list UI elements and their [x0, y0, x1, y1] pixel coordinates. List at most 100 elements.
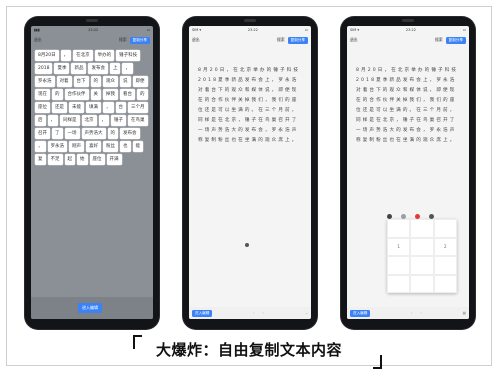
token-chip[interactable]: 召开 [35, 128, 50, 139]
token-chip[interactable]: 看台 [120, 89, 135, 100]
token-chip[interactable]: 起 [64, 154, 75, 165]
token-chip[interactable]: 合作伙伴 [64, 89, 89, 100]
copy-share-button[interactable]: 复制分享 [445, 36, 466, 44]
token-chip[interactable]: 对着 [56, 76, 72, 87]
token-chip[interactable]: 8月20日 [35, 50, 59, 61]
token-chip[interactable]: 同样是 [60, 115, 80, 126]
token-chip[interactable]: ， [103, 102, 114, 113]
text-paragraph[interactable]: 8月20日，在北京举办的锤子科技2018夏季新品发布会上，罗永浩对着台下的观众和… [356, 66, 460, 146]
copy-share-button[interactable]: 复制分享 [129, 36, 150, 44]
token-chip[interactable]: 能 [132, 141, 143, 152]
enter-edit-button[interactable]: 进入编辑 [350, 309, 371, 317]
token-chip[interactable]: 不足 [47, 154, 63, 165]
token-chip[interactable]: 的 [107, 128, 118, 139]
battery-icon: ▭ [146, 28, 150, 32]
keypad-key[interactable] [410, 237, 434, 256]
token-chip[interactable]: 举办的 [94, 50, 115, 61]
redo-icon[interactable]: › [420, 311, 421, 315]
token-chip[interactable]: 的 [90, 76, 101, 87]
redo-icon[interactable]: › [262, 311, 263, 315]
enter-edit-button[interactable]: 进入编辑 [192, 309, 213, 317]
token-chip[interactable]: 始 [77, 154, 88, 165]
token-chip[interactable]: ， [47, 115, 58, 126]
token-chip[interactable]: 座位 [89, 154, 105, 165]
token-chip[interactable]: 关 [90, 89, 101, 100]
token-chip[interactable]: 填满 [86, 102, 101, 113]
token-chip[interactable]: 发布会 [120, 128, 140, 139]
token-chip[interactable]: 三个月 [128, 102, 148, 113]
token-chip[interactable]: 还是 [52, 102, 67, 113]
keypad-key[interactable] [387, 256, 411, 275]
token-chip[interactable]: 掉我 [103, 89, 118, 100]
top-bar: 退出 搜索 复制分享 [189, 34, 311, 46]
token-chip[interactable]: 刚声 [69, 141, 84, 152]
token-chip[interactable]: 座位 [35, 102, 50, 113]
token-chip[interactable]: 锤子科技 [116, 50, 141, 61]
bottom-bar: 进入编辑 ‹ › ▦ [347, 307, 469, 319]
token-chip[interactable]: 在北京 [73, 50, 93, 61]
token-chip[interactable]: 发布会 [88, 63, 108, 74]
undo-icon[interactable]: ‹ [411, 311, 412, 315]
token-chip[interactable]: 锤子 [111, 115, 126, 126]
token-chip[interactable]: 台下 [73, 76, 89, 87]
battery-icon: ▭ [462, 28, 466, 32]
keypad-key[interactable] [410, 219, 434, 238]
undo-icon[interactable]: ‹ [253, 311, 254, 315]
keypad-key[interactable] [433, 219, 457, 238]
token-chip[interactable]: 粉丝 [103, 141, 118, 152]
search-button[interactable]: 搜索 [119, 37, 127, 43]
token-chip[interactable]: ， [98, 115, 109, 126]
token-chip[interactable]: 现在 [35, 89, 50, 100]
keypad-key[interactable] [410, 256, 434, 275]
token-chip[interactable]: 后 [35, 115, 46, 126]
token-chip[interactable]: 在鸟巢 [128, 115, 148, 126]
token-chip[interactable]: ， [60, 50, 72, 61]
exit-button[interactable]: 退出 [192, 37, 200, 43]
image-frame: ▮▮▮ 23:22 ▭ 退出 搜索 复制分享 8月20日，在北京 举办的 锤子科技 2… [6, 6, 492, 369]
keypad-key[interactable]: 1 [387, 237, 411, 256]
token-chip[interactable]: ， [122, 63, 133, 74]
keyboard-icon[interactable]: ▦ [463, 311, 466, 315]
keypad-key[interactable] [433, 256, 457, 275]
token-chip[interactable]: 的 [52, 89, 63, 100]
token-chip[interactable]: 台 [115, 102, 126, 113]
cursor-handle-icon[interactable] [245, 234, 249, 253]
token-chip[interactable]: 喜好 [86, 141, 101, 152]
token-chip[interactable]: 罗永浩 [35, 76, 55, 87]
token-chip[interactable]: 夏季 [54, 63, 70, 74]
token-chip[interactable]: 新品 [71, 63, 87, 74]
token-chip[interactable]: 一场 [64, 128, 80, 139]
search-button[interactable]: 搜索 [277, 37, 285, 43]
keypad-key[interactable] [433, 274, 457, 293]
token-chip[interactable]: 复 [35, 154, 46, 165]
floating-keypad[interactable]: 12 [387, 219, 457, 293]
keypad-key[interactable] [387, 274, 411, 293]
token-chip[interactable]: 声势浩大 [81, 128, 106, 139]
token-chip[interactable]: 上 [109, 63, 121, 74]
token-chip[interactable]: 观众 [103, 76, 118, 87]
token-chip[interactable]: 2018 [35, 63, 53, 74]
token-chip[interactable]: 说 [120, 76, 131, 87]
token-chip[interactable]: 未能 [69, 102, 84, 113]
keypad-key[interactable] [410, 274, 434, 293]
signal-icon: ▮▮▮ [34, 28, 40, 32]
exit-button[interactable]: 退出 [34, 37, 42, 43]
keypad-key[interactable]: 2 [433, 237, 457, 256]
token-chip[interactable]: 了 [52, 128, 63, 139]
more-button[interactable]: ... [305, 311, 308, 315]
text-paragraph[interactable]: 8月20日，在北京举办的锤子科技2018夏季新品发布会上，罗永浩对着台下的观众和… [198, 66, 302, 146]
token-chip[interactable]: 开满 [106, 154, 122, 165]
status-time: 23:22 [405, 28, 416, 32]
token-chip[interactable]: 也 [120, 141, 131, 152]
token-chip[interactable]: 即便 [132, 76, 148, 87]
keypad-key[interactable] [387, 219, 411, 238]
token-chip[interactable]: 的 [137, 89, 148, 100]
token-chip[interactable]: 罗永浩 [47, 141, 67, 152]
enter-edit-button[interactable]: 进入编辑 [78, 303, 102, 313]
battery-icon: ▭ [304, 28, 308, 32]
token-chip[interactable]: ， [35, 141, 46, 152]
copy-share-button[interactable]: 复制分享 [287, 36, 308, 44]
search-button[interactable]: 搜索 [435, 37, 443, 43]
exit-button[interactable]: 退出 [350, 37, 358, 43]
token-chip[interactable]: 北京 [81, 115, 97, 126]
